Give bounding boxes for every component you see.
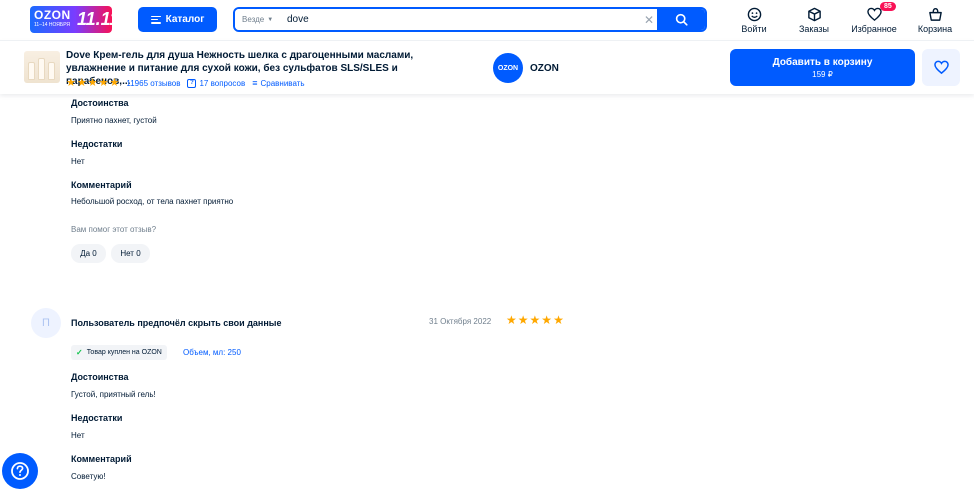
review2-cons-label: Недостатки: [71, 413, 123, 423]
compare-icon: ≡: [252, 78, 258, 88]
nav-orders[interactable]: Заказы: [797, 7, 831, 35]
catalog-button[interactable]: Каталог: [138, 7, 217, 32]
review2-rating-stars: ★ ★ ★ ★ ★: [506, 313, 564, 327]
review1-pros-label: Достоинства: [71, 98, 129, 108]
search-bar: Везде ▼ ✕: [233, 7, 707, 32]
nav-cart-label: Корзина: [917, 24, 953, 34]
heart-icon: [866, 7, 882, 22]
questions-label: 17 вопросов: [199, 78, 246, 88]
box-icon: [807, 7, 822, 22]
clear-search-icon[interactable]: ✕: [643, 9, 655, 30]
add-to-cart-label: Добавить в корзину: [772, 56, 873, 68]
nav-favorites[interactable]: Избранное 85: [849, 2, 899, 35]
review1-cons: Нет: [71, 157, 85, 166]
cart-icon: [928, 7, 943, 22]
ozon-product-page: OZON 11–14 НОЯБРЯ 11.11 Каталог Везде ▼ …: [0, 0, 974, 493]
heart-icon: [933, 60, 949, 75]
bought-on-ozon-badge: ✓ Товар куплен на OZON: [71, 345, 167, 360]
bought-on-ozon-label: Товар куплен на OZON: [86, 349, 162, 356]
review1-comment: Небольшой росход, от тела пахнет приятно: [71, 197, 234, 206]
product-thumbnail[interactable]: [24, 51, 60, 83]
review1-pros: Приятно пахнет, густой: [71, 116, 157, 125]
avatar: П: [31, 308, 61, 338]
user-smile-icon: [747, 7, 762, 22]
search-scope-label: Везде: [242, 15, 265, 24]
questions-link[interactable]: ? 17 вопросов: [187, 78, 246, 88]
nav-login[interactable]: Войти: [738, 7, 770, 35]
review2-pros: Густой, приятный гель!: [71, 390, 156, 399]
ozon-logo[interactable]: OZON 11–14 НОЯБРЯ 11.11: [30, 6, 112, 33]
logo-brand: OZON: [34, 8, 71, 22]
review1-helpful-question: Вам помог этот отзыв?: [71, 225, 157, 234]
menu-icon: [150, 15, 161, 24]
review1-yes-button[interactable]: Да 0: [71, 244, 106, 263]
product-rating-stars: ★ ★ ★ ★ ★: [66, 76, 120, 89]
help-chat-button[interactable]: [2, 453, 38, 489]
nav-favorites-label: Избранное: [851, 24, 897, 34]
product-meta: ★ ★ ★ ★ ★ 11965 отзывов ? 17 вопросов ≡ Срав…: [66, 77, 305, 89]
reviews-link[interactable]: 11965 отзывов: [126, 79, 180, 88]
seller-name[interactable]: OZON: [530, 63, 559, 74]
chevron-down-icon: ▼: [267, 16, 274, 23]
review2-volume-link[interactable]: Объем, мл: 250: [183, 348, 241, 357]
seller-logo[interactable]: OZON: [493, 53, 523, 83]
search-icon: [675, 13, 688, 26]
logo-sale: 11.11: [77, 9, 112, 29]
review1-cons-label: Недостатки: [71, 139, 123, 149]
add-to-favorites-button[interactable]: [922, 49, 960, 86]
search-scope-select[interactable]: Везде ▼: [235, 9, 279, 30]
logo-dates: 11–14 НОЯБРЯ: [34, 22, 71, 28]
product-price: 159 ₽: [812, 69, 833, 79]
nav-login-label: Войти: [741, 24, 767, 34]
question-icon: ?: [187, 78, 197, 88]
check-icon: ✓: [76, 348, 83, 357]
review2-comment: Советую!: [71, 472, 106, 481]
nav-cart[interactable]: Корзина: [916, 7, 954, 35]
review2-comment-label: Комментарий: [71, 454, 132, 464]
search-input[interactable]: [287, 9, 637, 30]
favorites-count-badge: 85: [880, 2, 896, 11]
review2-date: 31 Октября 2022: [429, 317, 492, 326]
help-icon: [11, 462, 29, 480]
review1-no-button[interactable]: Нет 0: [111, 244, 150, 263]
add-to-cart-button[interactable]: Добавить в корзину 159 ₽: [730, 49, 915, 86]
compare-link[interactable]: ≡ Сравнивать: [252, 78, 304, 88]
nav-orders-label: Заказы: [798, 24, 830, 34]
search-button[interactable]: [657, 9, 705, 30]
review1-comment-label: Комментарий: [71, 180, 132, 190]
catalog-label: Каталог: [165, 14, 205, 25]
top-header: OZON 11–14 НОЯБРЯ 11.11 Каталог Везде ▼ …: [0, 0, 974, 40]
compare-label: Сравнивать: [260, 78, 305, 88]
review2-cons: Нет: [71, 431, 85, 440]
review2-author: Пользователь предпочёл скрыть свои данны…: [71, 318, 282, 328]
review2-pros-label: Достоинства: [71, 372, 129, 382]
